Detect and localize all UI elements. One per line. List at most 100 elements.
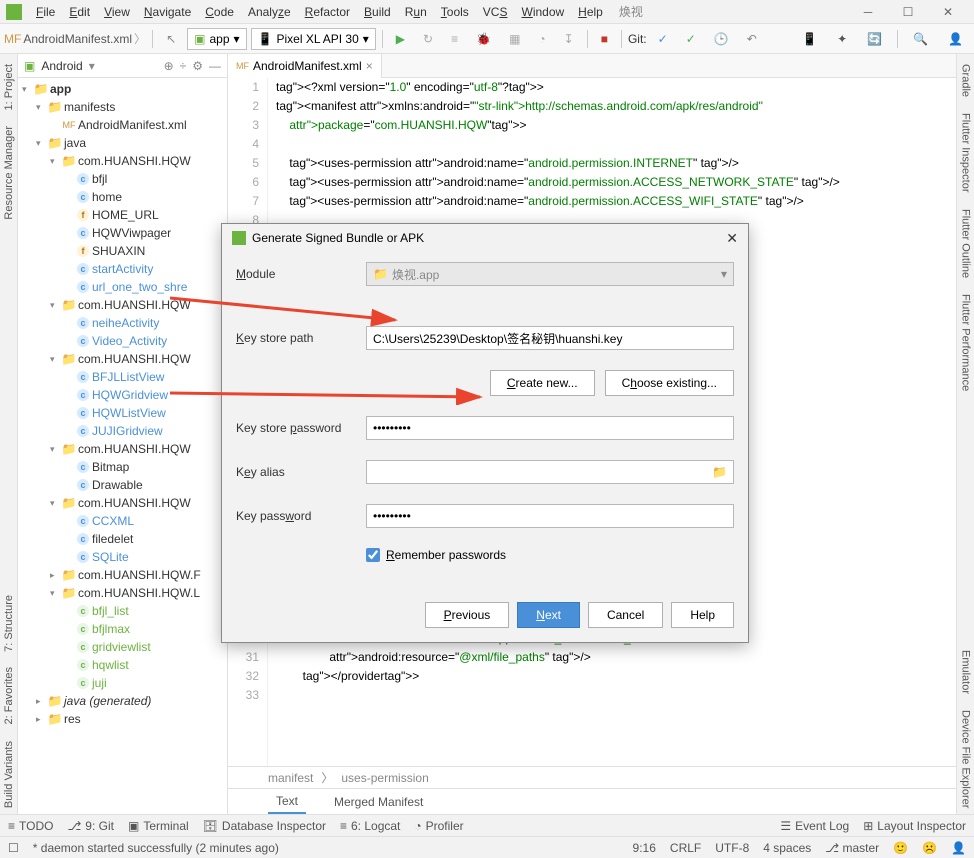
tree-node[interactable]: ▸📁com.HUANSHI.HQW.F xyxy=(18,566,227,584)
tab-text[interactable]: Text xyxy=(268,790,306,814)
tree-node[interactable]: cVideo_Activity xyxy=(18,332,227,350)
tree-node[interactable]: chqwlist xyxy=(18,656,227,674)
caret-position[interactable]: 9:16 xyxy=(633,841,656,855)
right-tab-flutter-performance[interactable]: Flutter Performance xyxy=(958,288,974,397)
tw-event-log[interactable]: ☰ Event Log xyxy=(780,819,849,833)
menu-run[interactable]: Run xyxy=(399,3,433,21)
tw-logcat[interactable]: ≡ 6: Logcat xyxy=(340,819,400,833)
key-password-input[interactable]: ••••••••• xyxy=(366,504,734,528)
tw-layout-inspector[interactable]: ⊞ Layout Inspector xyxy=(863,819,966,833)
chevron-down-icon[interactable]: ▾ xyxy=(89,59,95,73)
next-button[interactable]: Next xyxy=(517,602,580,628)
left-tab-favorites[interactable]: 2: Favorites xyxy=(1,661,17,730)
git-update-icon[interactable]: ✓ xyxy=(651,28,675,50)
tree-node[interactable]: ▸📁java (generated) xyxy=(18,692,227,710)
sdk-manager-icon[interactable]: ✦ xyxy=(830,28,854,50)
left-tab-project[interactable]: 1: Project xyxy=(1,58,17,116)
menu-code[interactable]: Code xyxy=(199,3,240,21)
tree-node[interactable]: cBitmap xyxy=(18,458,227,476)
choose-existing-button[interactable]: Choose existing... xyxy=(605,370,734,396)
line-separator[interactable]: CRLF xyxy=(670,841,701,855)
device-dropdown[interactable]: 📱 Pixel XL API 30 ▾ xyxy=(251,28,376,50)
tw-profiler[interactable]: ◔ Profiler xyxy=(414,819,463,833)
stop-button[interactable]: ■ xyxy=(594,28,615,50)
right-tab-device-file-explorer[interactable]: Device File Explorer xyxy=(958,704,974,814)
menu-window[interactable]: Window xyxy=(515,3,570,21)
git-rollback-icon[interactable]: ↶ xyxy=(740,28,764,50)
project-view-selector[interactable]: Android xyxy=(41,59,82,73)
tree-node[interactable]: cneiheActivity xyxy=(18,314,227,332)
user-icon[interactable]: 👤 xyxy=(941,28,970,50)
menu-edit[interactable]: Edit xyxy=(63,3,96,21)
tree-node[interactable]: curl_one_two_shre xyxy=(18,278,227,296)
window-maximize[interactable]: ☐ xyxy=(888,0,928,24)
tree-root[interactable]: ▾📁app xyxy=(18,80,227,98)
status-inspector-icon[interactable]: 👤 xyxy=(951,841,966,855)
tree-node[interactable]: ▾📁com.HUANSHI.HQW xyxy=(18,440,227,458)
help-button[interactable]: Help xyxy=(671,602,734,628)
editor-tab-manifest[interactable]: MF AndroidManifest.xml × xyxy=(228,54,382,78)
tree-node[interactable]: ▾📁com.HUANSHI.HQW xyxy=(18,494,227,512)
search-everywhere-icon[interactable]: 🔍 xyxy=(906,28,935,50)
tw-git[interactable]: ⎇ 9: Git xyxy=(67,819,114,833)
tree-node[interactable]: cSQLite xyxy=(18,548,227,566)
apply-changes-icon[interactable]: ↻ xyxy=(416,28,440,50)
editor-breadcrumb[interactable]: manifest 〉 uses-permission xyxy=(228,766,956,788)
breadcrumb-file[interactable]: AndroidManifest.xml xyxy=(23,32,132,46)
left-tab-build-variants[interactable]: Build Variants xyxy=(1,735,17,814)
tree-node[interactable]: ▾📁java xyxy=(18,134,227,152)
add-config-icon[interactable]: ↖ xyxy=(159,28,183,50)
right-tab-gradle[interactable]: Gradle xyxy=(958,58,974,103)
debug-button[interactable]: 🐞 xyxy=(469,28,498,50)
menu-refactor[interactable]: Refactor xyxy=(299,3,356,21)
run-config-dropdown[interactable]: ▣ app ▾ xyxy=(187,28,246,50)
tree-node[interactable]: ▾📁com.HUANSHI.HQW xyxy=(18,296,227,314)
menu-tools[interactable]: Tools xyxy=(435,3,475,21)
menu-vcs[interactable]: VCS xyxy=(477,3,514,21)
tree-node[interactable]: ▾📁com.HUANSHI.HQW xyxy=(18,152,227,170)
tree-node[interactable]: ▾📁com.HUANSHI.HQW.L xyxy=(18,584,227,602)
coverage-icon[interactable]: ▦ xyxy=(502,28,527,50)
tree-node[interactable]: chome xyxy=(18,188,227,206)
window-close[interactable]: ✕ xyxy=(928,0,968,24)
apply-code-icon[interactable]: ≡ xyxy=(444,28,465,50)
right-tab-emulator[interactable]: Emulator xyxy=(958,644,974,700)
attach-debugger-icon[interactable]: ↧ xyxy=(557,28,581,50)
tree-node[interactable]: cbfjl_list xyxy=(18,602,227,620)
tree-node[interactable]: cbfjl xyxy=(18,170,227,188)
tree-node[interactable]: cDrawable xyxy=(18,476,227,494)
tree-node[interactable]: fSHUAXIN xyxy=(18,242,227,260)
left-tab-structure[interactable]: 7: Structure xyxy=(1,589,17,658)
tree-node[interactable]: MFAndroidManifest.xml xyxy=(18,116,227,134)
right-tab-flutter-outline[interactable]: Flutter Outline xyxy=(958,203,974,284)
tree-node[interactable]: cfiledelet xyxy=(18,530,227,548)
tab-merged-manifest[interactable]: Merged Manifest xyxy=(326,791,431,813)
avd-manager-icon[interactable]: 📱 xyxy=(795,28,824,50)
key-alias-input[interactable]: 📁 xyxy=(366,460,734,484)
tree-node[interactable]: ▾📁com.HUANSHI.HQW xyxy=(18,350,227,368)
module-dropdown[interactable]: 📁 焕视.app ▾ xyxy=(366,262,734,286)
tree-node[interactable]: cHQWGridview xyxy=(18,386,227,404)
menu-view[interactable]: View xyxy=(98,3,136,21)
keystore-password-input[interactable]: ••••••••• xyxy=(366,416,734,440)
cancel-button[interactable]: Cancel xyxy=(588,602,663,628)
right-tab-flutter-inspector[interactable]: Flutter Inspector xyxy=(958,107,974,198)
tree-node[interactable]: cJUJIGridview xyxy=(18,422,227,440)
tree-node[interactable]: cgridviewlist xyxy=(18,638,227,656)
hide-panel-icon[interactable]: — xyxy=(209,59,221,73)
tw-terminal[interactable]: ▣ Terminal xyxy=(128,819,189,833)
tree-node[interactable]: ▸📁res xyxy=(18,710,227,728)
profile-button[interactable]: ◔ xyxy=(531,28,552,50)
file-encoding[interactable]: UTF-8 xyxy=(715,841,749,855)
window-minimize[interactable]: ─ xyxy=(848,0,888,24)
project-tree[interactable]: ▾📁app▾📁manifestsMFAndroidManifest.xml▾📁j… xyxy=(18,78,227,814)
git-show-history-icon[interactable]: 🕒 xyxy=(707,28,736,50)
git-branch[interactable]: ⎇ master xyxy=(825,841,879,855)
create-new-button[interactable]: Create new... xyxy=(490,370,595,396)
tree-node[interactable]: cCCXML xyxy=(18,512,227,530)
dialog-close-button[interactable]: ✕ xyxy=(726,230,738,247)
previous-button[interactable]: Previous xyxy=(425,602,510,628)
tw-database-inspector[interactable]: 🗄 Database Inspector xyxy=(203,819,326,833)
left-tab-resource-manager[interactable]: Resource Manager xyxy=(1,120,17,226)
tw-todo[interactable]: ≡ TODO xyxy=(8,819,53,833)
